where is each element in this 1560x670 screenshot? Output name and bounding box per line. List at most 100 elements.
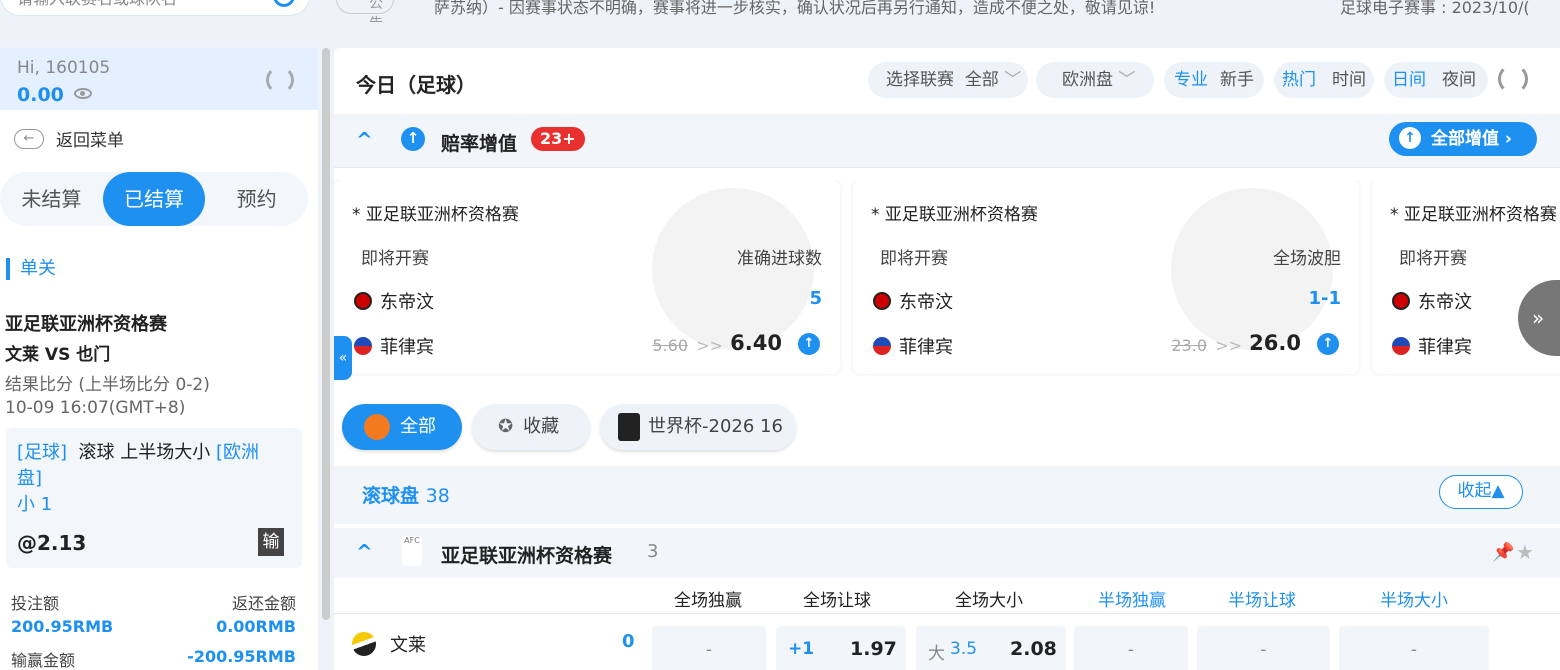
odds-cell[interactable]: - <box>1197 626 1330 670</box>
league-filter[interactable]: 选择联赛 全部 ﹀ <box>868 62 1028 98</box>
boost-card[interactable]: * 亚足联亚洲杯资格赛 即将开赛 全场波胆 东帝汶 菲律宾 1-1 23.0 >… <box>853 180 1359 374</box>
team-name: 文莱 <box>390 635 426 656</box>
theme-toggle: 日间 夜间 <box>1384 62 1488 98</box>
left-scrollbar[interactable] <box>322 48 330 620</box>
odds-cell[interactable]: - <box>1339 626 1489 670</box>
star-icon: ✪ <box>498 416 514 437</box>
all-boost-button[interactable]: 全部增值 › <box>1389 122 1537 156</box>
return-value: 0.00RMB <box>216 617 296 636</box>
search-icon[interactable] <box>273 0 295 7</box>
odds-cell[interactable]: 大 3.5 2.08 <box>916 626 1066 670</box>
bet-odds: @2.13 <box>17 531 87 555</box>
back-arrow-icon: ← <box>14 128 44 149</box>
bet-description: [足球] 滚球 上半场大小 [欧洲 盘] 小 1 <box>17 442 259 515</box>
star-icon[interactable]: ★ <box>1516 540 1534 564</box>
league-header[interactable]: ^ AFC 亚足联亚洲杯资格赛 3 📌 ★ <box>334 528 1560 578</box>
boost-up-icon: ↑ <box>1317 333 1339 355</box>
left-panel: Hi, 160105 0.00 ← 返回菜单 未结算 已结算 预约 单关 亚足联… <box>0 48 318 670</box>
tab-unsettled[interactable]: 未结算 <box>0 172 103 226</box>
card-arrow: >> <box>696 336 723 355</box>
tab-favorites[interactable]: ✪ 收藏 <box>472 404 590 450</box>
user-bar: Hi, 160105 0.00 <box>0 48 318 110</box>
odds-boost-title: 赔率增值 <box>441 133 518 155</box>
tab-world-cup[interactable]: 世界杯-2026 16 <box>600 404 796 450</box>
theme-day[interactable]: 日间 <box>1392 62 1426 98</box>
grid-icon <box>364 414 390 440</box>
single-bet-label: 单关 <box>6 258 56 280</box>
sort-toggle: 热门 时间 <box>1274 62 1374 98</box>
match-row: 文莱 0 - +1 1.97 大 3.5 2.08 - - - <box>334 616 1560 670</box>
greeting: Hi, 160105 <box>17 58 111 78</box>
bet-selection: 小 1 <box>17 494 53 515</box>
odds-boost-bar: ^ ↑ 赔率增值 23+ 全部增值 › <box>334 114 1560 168</box>
mode-novice[interactable]: 新手 <box>1220 62 1254 98</box>
sort-hot[interactable]: 热门 <box>1282 62 1316 98</box>
odds-format-select[interactable]: 欧洲盘 ﹀ <box>1036 62 1154 98</box>
flag-icon <box>352 632 376 656</box>
soccer-ball-watermark <box>652 188 814 350</box>
filter-tabs: 全部 ✪ 收藏 世界杯-2026 16 <box>334 404 1560 452</box>
card-league: * 亚足联亚洲杯资格赛 <box>1390 205 1557 225</box>
tab-settled[interactable]: 已结算 <box>102 172 206 226</box>
bet-result: 结果比分 (上半场比分 0-2) <box>5 375 210 395</box>
card-market: 准确进球数 <box>737 249 822 269</box>
card-arrow: >> <box>1215 336 1242 355</box>
search-box[interactable]: 请输入联赛名或球队名 <box>0 0 310 16</box>
collapse-sidebar-button[interactable]: « <box>334 336 352 380</box>
flag-icon <box>873 337 891 355</box>
chevron-down-icon: ﹀ <box>1118 70 1136 90</box>
live-section-bar: 滚球盘 38 收起▲ <box>334 466 1560 524</box>
mode-toggle: 专业 新手 <box>1164 62 1264 98</box>
card-status: 即将开赛 <box>361 249 429 269</box>
bet-status-tabs: 未结算 已结算 预约 <box>0 172 308 226</box>
odds-cell[interactable]: - <box>652 626 766 670</box>
odds-cell[interactable]: +1 1.97 <box>776 626 906 670</box>
theme-night[interactable]: 夜间 <box>1442 62 1476 98</box>
notice-marquee[interactable]: 萨苏纳）- 因赛事状态不明确，赛事将进一步核实，确认状况后再另行通知，造成不便之… <box>434 0 1155 18</box>
mode-pro[interactable]: 专业 <box>1174 62 1208 98</box>
flag-icon <box>354 292 372 310</box>
pin-icon[interactable]: 📌 <box>1492 542 1514 563</box>
notice-right-text: 足球电子赛事 : 2023/10/( <box>1340 0 1530 17</box>
winloss-value: -200.95RMB <box>187 647 296 666</box>
outcome-badge: 输 <box>258 528 284 556</box>
bet-time: 10-09 16:07(GMT+8) <box>5 398 186 418</box>
eye-icon[interactable] <box>74 88 92 99</box>
top-bar: 请输入联赛名或球队名 公告 萨苏纳）- 因赛事状态不明确，赛事将进一步核实，确认… <box>0 0 1560 22</box>
card-new-odds[interactable]: 26.0 <box>1249 331 1301 355</box>
back-to-menu[interactable]: ← 返回菜单 <box>14 126 124 151</box>
search-input[interactable]: 请输入联赛名或球队名 <box>17 0 177 9</box>
refresh-icon[interactable] <box>266 66 294 94</box>
team-score: 0 <box>622 631 635 652</box>
flag-icon <box>873 292 891 310</box>
card-home: 东帝汶 <box>1392 288 1472 314</box>
card-selection: 1-1 <box>1308 288 1341 309</box>
return-label: 返还金额 <box>231 594 296 613</box>
chevron-up-icon[interactable]: ^ <box>356 540 373 564</box>
back-label: 返回菜单 <box>56 131 124 151</box>
odds-cell[interactable]: - <box>1074 626 1188 670</box>
flag-icon <box>1392 292 1410 310</box>
card-home: 东帝汶 <box>354 288 434 314</box>
card-new-odds[interactable]: 6.40 <box>730 331 782 355</box>
col-ht-handicap: 半场让球 <box>1228 591 1296 611</box>
refresh-icon[interactable] <box>1498 64 1528 94</box>
tab-all[interactable]: 全部 <box>342 404 462 450</box>
boost-icon: ↑ <box>401 127 425 151</box>
sort-time[interactable]: 时间 <box>1332 62 1366 98</box>
tab-reserved[interactable]: 预约 <box>205 172 308 226</box>
winloss-label: 输赢金额 <box>11 651 76 670</box>
balance: 0.00 <box>17 84 64 106</box>
card-league: * 亚足联亚洲杯资格赛 <box>871 205 1038 225</box>
bet-detail-card: [足球] 滚球 上半场大小 [欧洲 盘] 小 1 @2.13 输 <box>6 428 302 568</box>
flag-icon <box>354 337 372 355</box>
collapse-button[interactable]: 收起▲ <box>1439 475 1523 509</box>
card-league: * 亚足联亚洲杯资格赛 <box>352 205 519 225</box>
boost-card[interactable]: * 亚足联亚洲杯资格赛 即将开赛 准确进球数 东帝汶 菲律宾 5 5.60 >>… <box>334 180 840 374</box>
col-ht-ou: 半场大小 <box>1380 591 1448 611</box>
chevron-up-icon[interactable]: ^ <box>356 128 373 152</box>
boost-cards: * 亚足联亚洲杯资格赛 即将开赛 准确进球数 东帝汶 菲律宾 5 5.60 >>… <box>334 180 1560 376</box>
card-away: 菲律宾 <box>1392 333 1472 359</box>
main-panel: 今日（足球） 选择联赛 全部 ﹀ 欧洲盘 ﹀ 专业 新手 热门 时间 日间 夜间… <box>334 48 1560 670</box>
notice-badge: 公告 <box>336 0 394 22</box>
